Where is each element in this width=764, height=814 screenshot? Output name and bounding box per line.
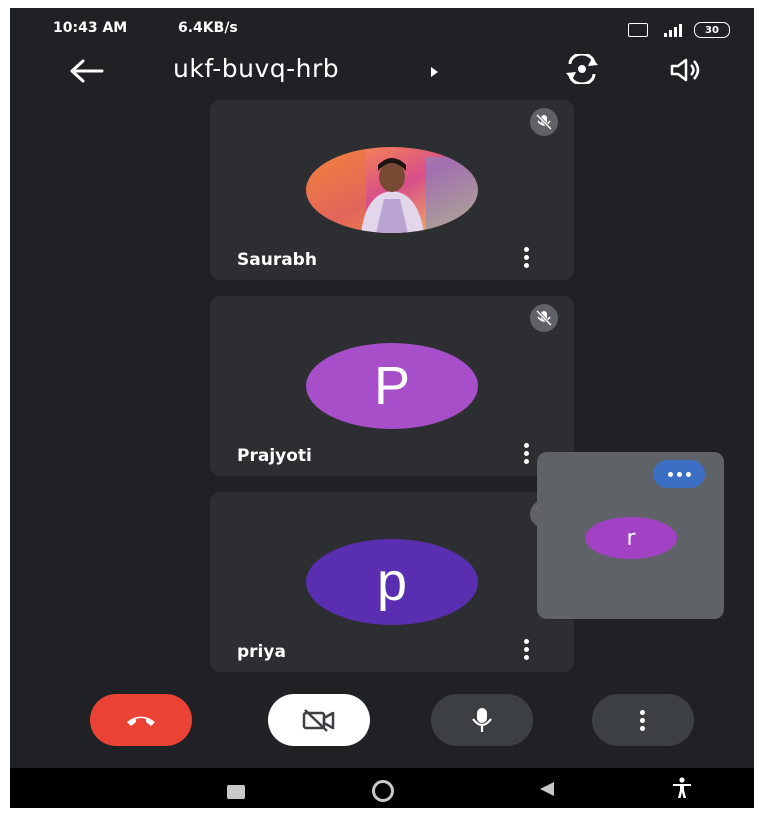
circle-icon[interactable]	[372, 780, 394, 802]
more-options-button[interactable]	[592, 694, 694, 746]
self-avatar: r	[585, 517, 677, 559]
mic-off-icon	[530, 108, 558, 136]
status-network-speed: 6.4KB/s	[178, 20, 238, 36]
participant-name: Saurabh	[237, 250, 317, 270]
square-icon[interactable]	[227, 785, 245, 799]
mic-off-icon	[530, 304, 558, 332]
video-off-icon	[302, 709, 335, 732]
participant-tile-saurabh[interactable]: Saurabh	[210, 100, 574, 280]
signal-icon	[664, 24, 682, 37]
more-vertical-icon[interactable]	[524, 443, 530, 464]
accessibility-icon[interactable]	[670, 776, 694, 800]
more-vertical-icon[interactable]	[524, 639, 530, 660]
caret-right-icon[interactable]	[431, 67, 438, 77]
status-time: 10:43 AM	[53, 20, 128, 36]
avatar-letter: P	[306, 343, 478, 429]
more-vertical-icon[interactable]	[524, 247, 530, 268]
camera-switch-icon[interactable]	[564, 54, 600, 84]
meet-call-screen: 10:43 AM 6.4KB/s 30 ukf-buvq-hrb Saurabh…	[10, 8, 754, 808]
microphone-button[interactable]	[431, 694, 533, 746]
participant-name: priya	[237, 642, 286, 662]
participant-name: Prajyoti	[237, 446, 312, 466]
end-call-button[interactable]	[90, 694, 192, 746]
sim-icon	[628, 23, 648, 37]
triangle-back-icon[interactable]	[540, 782, 554, 796]
system-navigation-bar	[10, 768, 754, 808]
battery-icon: 30	[694, 22, 730, 38]
camera-toggle-button[interactable]	[268, 694, 370, 746]
speaker-icon[interactable]	[670, 57, 702, 83]
meeting-code[interactable]: ukf-buvq-hrb	[173, 54, 339, 83]
avatar-letter: p	[306, 539, 478, 625]
self-view-tile[interactable]: r	[537, 452, 724, 619]
participant-tile-prajyoti[interactable]: P Prajyoti	[210, 296, 574, 476]
status-icons: 30	[628, 22, 730, 38]
more-vertical-icon	[640, 709, 646, 731]
phone-hangup-icon	[127, 716, 155, 726]
participant-tile-priya[interactable]: p priya	[210, 492, 574, 672]
mic-icon	[472, 708, 492, 732]
arrow-left-icon[interactable]	[68, 58, 104, 84]
more-horizontal-icon[interactable]	[653, 460, 705, 488]
avatar-photo	[306, 147, 478, 233]
